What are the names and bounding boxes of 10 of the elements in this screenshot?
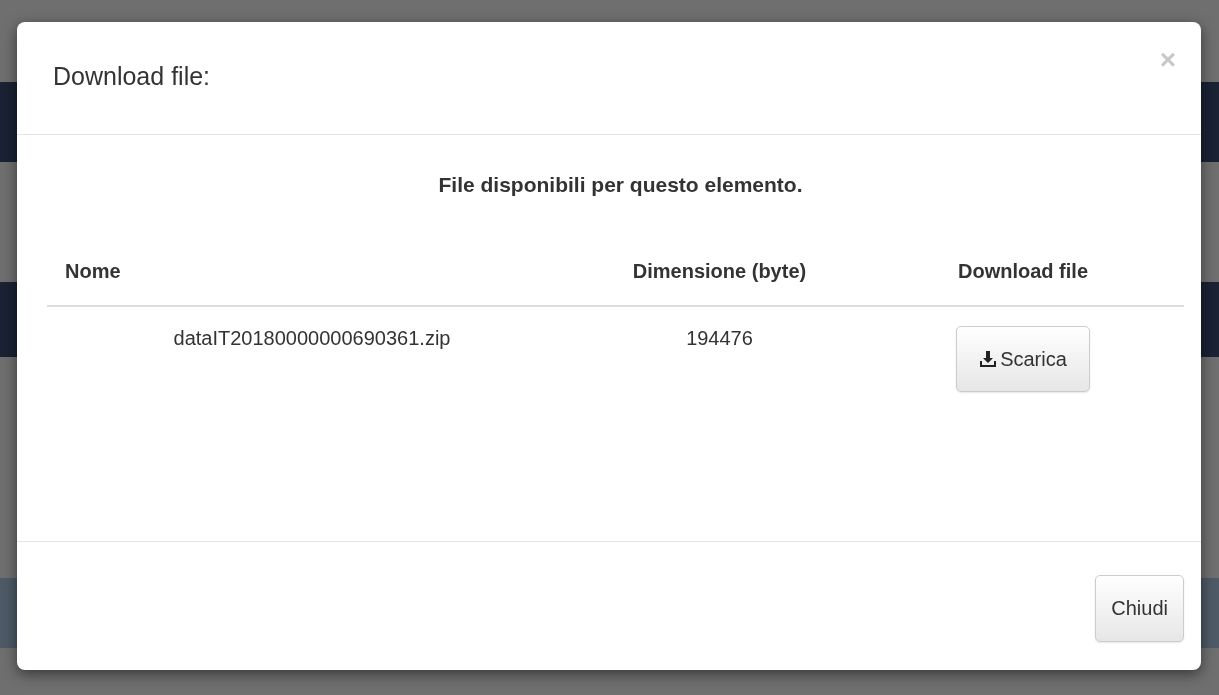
column-header: Download file (862, 260, 1184, 306)
column-header: Dimensione (byte) (577, 260, 862, 306)
dialog-title: Download file: (53, 61, 211, 91)
table-cell: dataIT20180000000690361.zip (47, 306, 577, 412)
download-button[interactable]: Scarica (956, 326, 1090, 392)
download-icon (979, 350, 998, 368)
table-cell: 194476 (577, 306, 862, 412)
dialog-heading: File disponibili per questo elemento. (437, 173, 804, 197)
close-dialog-button[interactable]: Chiudi (1095, 574, 1184, 642)
column-header: Nome (47, 260, 577, 306)
